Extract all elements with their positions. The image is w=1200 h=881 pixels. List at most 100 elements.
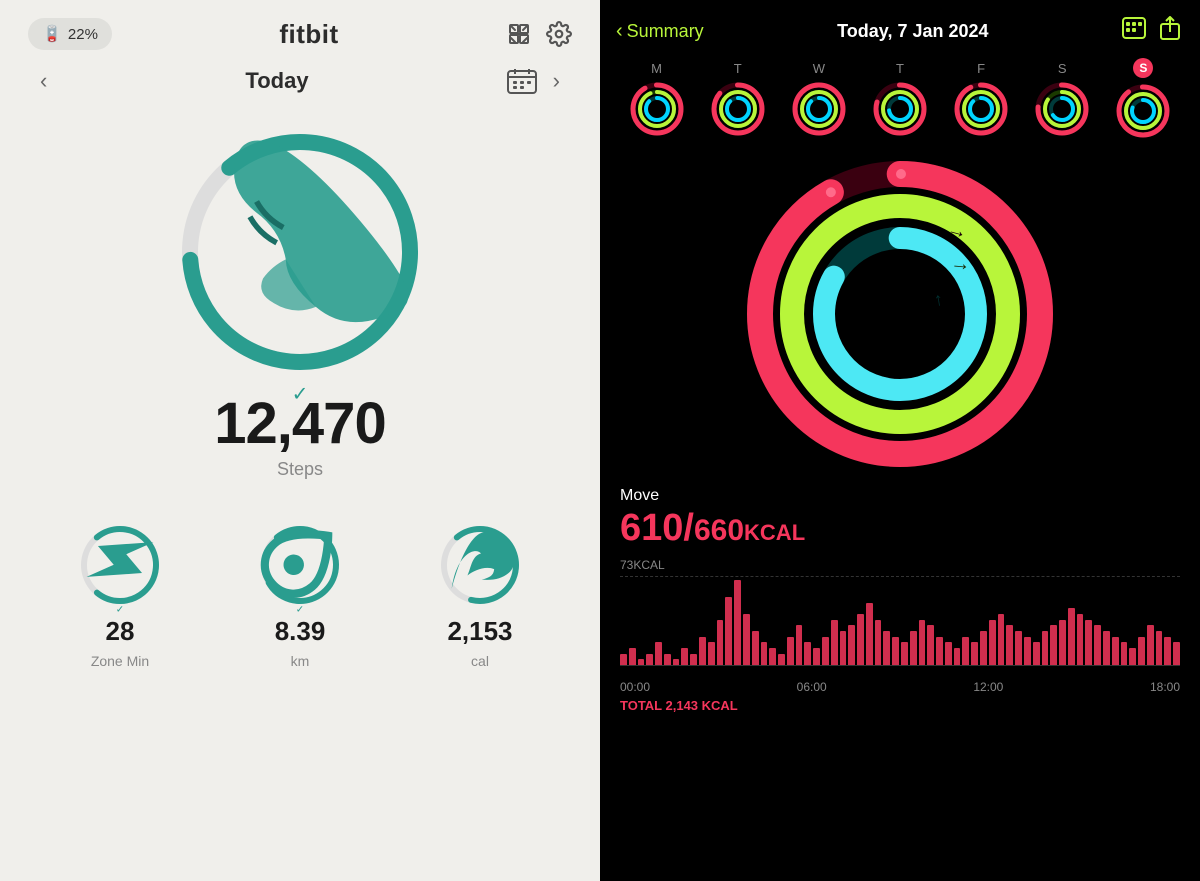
chart-bar — [1015, 631, 1022, 665]
x-label-0000: 00:00 — [620, 680, 650, 694]
day-ring-w — [789, 79, 849, 139]
day-label-w: W — [813, 61, 825, 76]
battery-icon: 🪫 — [42, 24, 62, 44]
chart-bar — [734, 580, 741, 665]
km-unit: km — [291, 653, 310, 669]
next-day-button[interactable]: › — [553, 68, 560, 94]
fitbit-header: 🪫 22% fitbit — [0, 0, 600, 60]
chart-bar — [1112, 637, 1119, 665]
zone-min-unit: Zone Min — [91, 653, 149, 669]
back-label: Summary — [627, 21, 704, 42]
chart-bar — [1129, 648, 1136, 665]
chart-bar — [831, 620, 838, 665]
x-label-1200: 12:00 — [973, 680, 1003, 694]
back-button[interactable]: ‹ Summary — [616, 20, 704, 43]
week-day-t2[interactable]: T — [870, 61, 930, 139]
chart-section: 73KCAL 00:00 06:00 12:00 18:00 TOTAL 2,1… — [600, 558, 1200, 881]
chart-bar — [857, 614, 864, 665]
chart-bar — [1121, 642, 1128, 665]
day-ring-t2 — [870, 79, 930, 139]
move-section: Move 610/660KCAL — [600, 479, 1200, 558]
chart-bar — [1156, 631, 1163, 665]
week-day-w[interactable]: W — [789, 61, 849, 139]
zone-min-stat: ✓ 28 Zone Min — [75, 520, 165, 669]
steps-ring-center: ✓ — [170, 118, 430, 407]
total-kcal-label: TOTAL 2,143 KCAL — [620, 698, 1180, 713]
km-ring-center: ✓ — [255, 515, 345, 616]
day-label-t1: T — [734, 61, 742, 76]
chart-bar — [1033, 642, 1040, 665]
chart-bar — [699, 637, 706, 665]
chart-bar — [1024, 637, 1031, 665]
chart-bar — [989, 620, 996, 665]
move-unit: KCAL — [744, 520, 805, 545]
chart-bar — [804, 642, 811, 665]
chart-x-labels: 00:00 06:00 12:00 18:00 — [620, 680, 1180, 694]
chart-bar — [954, 648, 961, 665]
notification-icon[interactable] — [506, 21, 532, 47]
chart-bar — [901, 642, 908, 665]
activity-date: Today, 7 Jan 2024 — [837, 21, 988, 42]
chart-bar — [787, 637, 794, 665]
steps-ring: ✓ — [170, 122, 430, 382]
zone-min-ring-center: ✓ — [75, 515, 165, 616]
chart-bar — [664, 654, 671, 665]
svg-text:→: → — [950, 252, 972, 276]
chart-bar — [883, 631, 890, 665]
week-day-s2[interactable]: S — [1113, 58, 1173, 141]
flame-icon — [417, 502, 544, 629]
location-icon — [237, 496, 364, 623]
chart-bar — [708, 642, 715, 665]
chart-max-label: 73KCAL — [620, 558, 1180, 572]
chart-bar — [945, 642, 952, 665]
day-label-m: M — [651, 61, 662, 76]
week-day-f[interactable]: F — [951, 61, 1011, 139]
move-value: 610/660KCAL — [620, 507, 1180, 550]
share-icon[interactable] — [1160, 16, 1180, 46]
chart-bar — [743, 614, 750, 665]
fitbit-logo: fitbit — [279, 19, 338, 50]
shoe-icon — [117, 64, 483, 430]
activity-header-icons — [1122, 16, 1180, 46]
chart-bar — [769, 648, 776, 665]
chart-area — [620, 576, 1180, 676]
cal-stat: 2,153 cal — [435, 520, 525, 669]
cal-ring — [435, 520, 525, 610]
calendar-icon[interactable] — [507, 68, 537, 94]
chart-bar — [919, 620, 926, 665]
chart-bar — [910, 631, 917, 665]
day-label-s2: S — [1133, 58, 1153, 78]
day-ring-s — [1032, 79, 1092, 139]
prev-day-button[interactable]: ‹ — [40, 68, 47, 94]
chart-bar — [1103, 631, 1110, 665]
week-row: M T — [600, 54, 1200, 149]
chart-bar — [971, 642, 978, 665]
move-label: Move — [620, 487, 1180, 505]
chart-bar — [646, 654, 653, 665]
chart-bar — [962, 637, 969, 665]
week-day-t1[interactable]: T — [708, 61, 768, 139]
settings-icon[interactable] — [546, 21, 572, 47]
fitbit-panel: 🪫 22% fitbit ‹ — [0, 0, 600, 881]
main-activity-rings: → → ↑ — [740, 154, 1060, 474]
day-label-t2: T — [896, 61, 904, 76]
chart-bar — [927, 625, 934, 665]
chart-bar — [620, 654, 627, 665]
battery-level: 22% — [68, 26, 98, 43]
chart-bar — [1077, 614, 1084, 665]
day-ring-s2 — [1113, 81, 1173, 141]
x-label-1800: 18:00 — [1150, 680, 1180, 694]
chart-bar — [690, 654, 697, 665]
day-ring-f — [951, 79, 1011, 139]
chart-bar — [980, 631, 987, 665]
week-day-m[interactable]: M — [627, 61, 687, 139]
chart-bar — [1138, 637, 1145, 665]
chart-bar — [822, 637, 829, 665]
chart-bar — [1068, 608, 1075, 665]
chart-bar — [998, 614, 1005, 665]
lightning-icon — [57, 496, 184, 623]
battery-badge: 🪫 22% — [28, 18, 112, 50]
week-day-s[interactable]: S — [1032, 61, 1092, 139]
calendar-grid-icon[interactable] — [1122, 17, 1146, 45]
day-label-s: S — [1058, 61, 1067, 76]
